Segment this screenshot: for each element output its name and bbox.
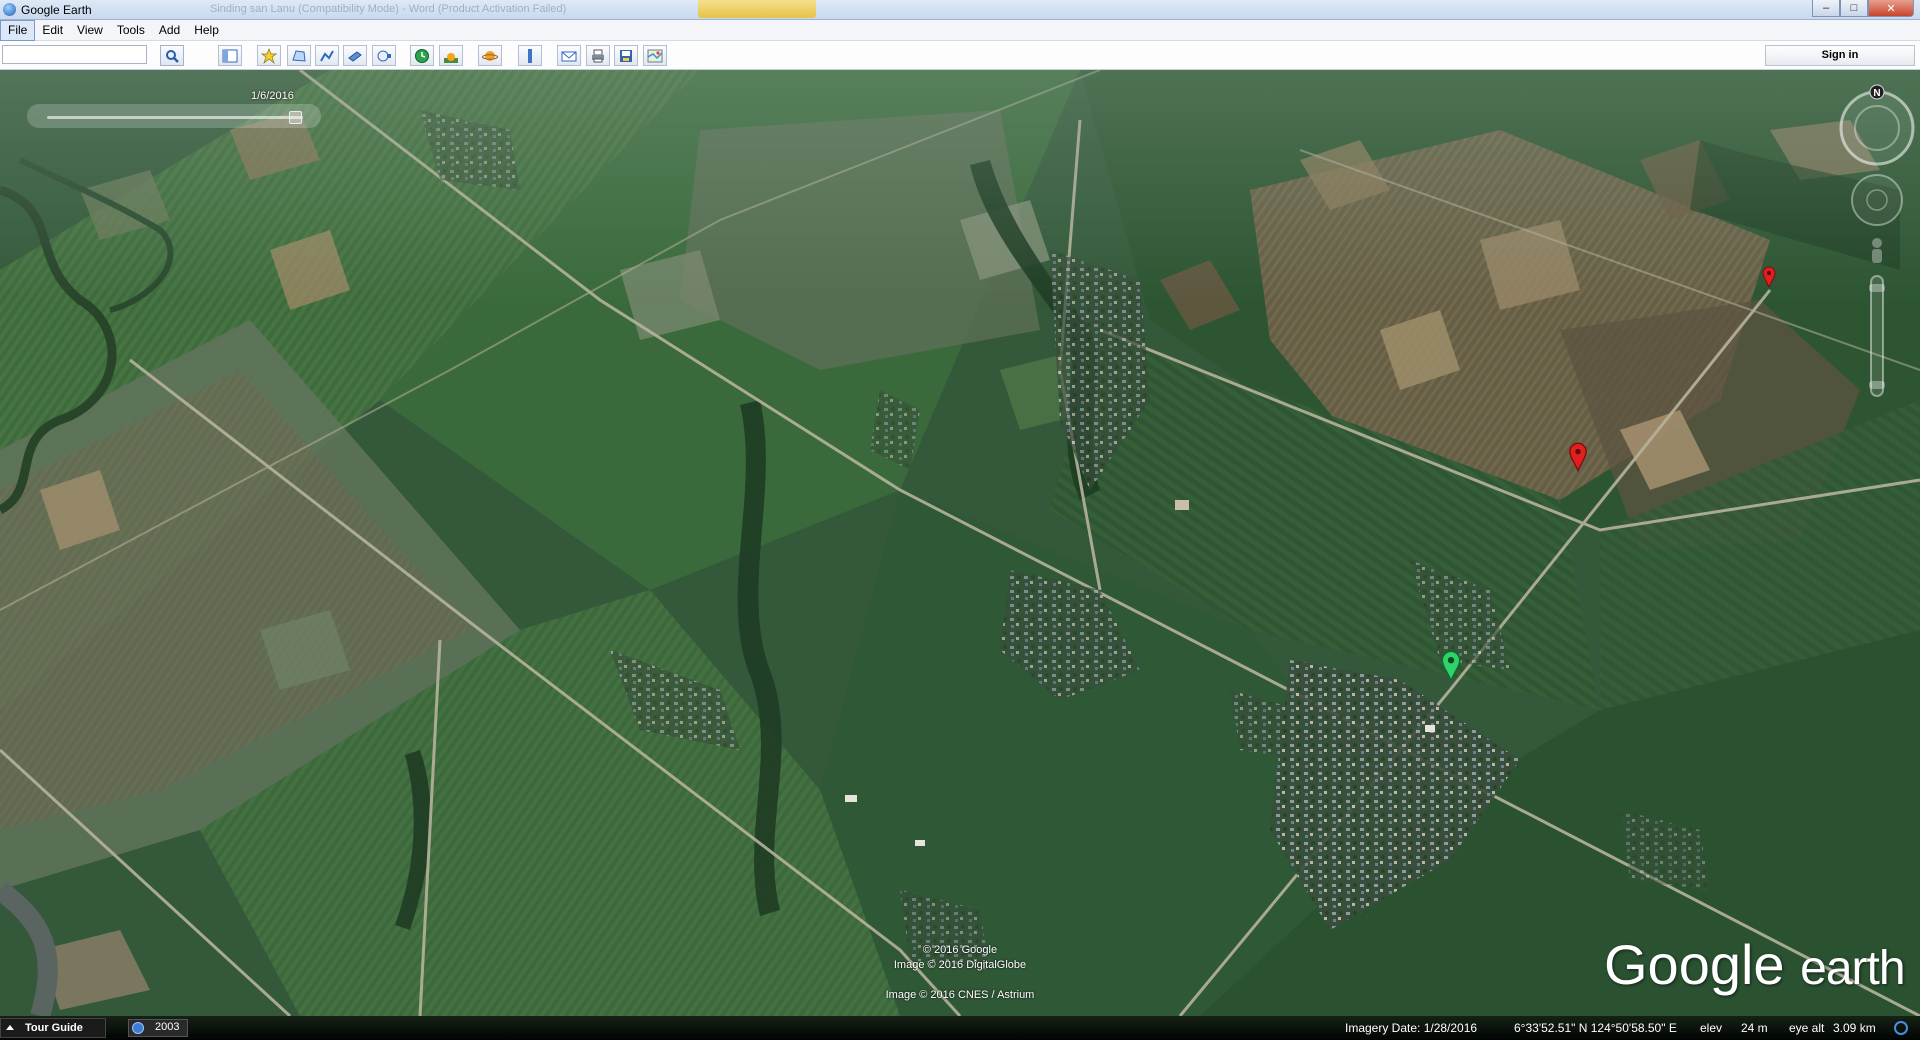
menu-view[interactable]: View bbox=[70, 21, 110, 40]
add-polygon-button[interactable] bbox=[287, 45, 311, 66]
toolbar: Sign in bbox=[0, 41, 1920, 70]
street-view-pegman-icon[interactable] bbox=[1872, 238, 1882, 263]
ruler-icon bbox=[528, 48, 532, 63]
print-icon bbox=[592, 49, 604, 62]
imagery-date: Imagery Date: 1/28/2016 bbox=[1345, 1021, 1478, 1035]
close-button[interactable]: ✕ bbox=[1868, 0, 1914, 17]
menu-help[interactable]: Help bbox=[187, 21, 226, 40]
history-year: 2003 bbox=[155, 1021, 180, 1033]
path-icon bbox=[320, 50, 334, 61]
background-window-title: Sinding san Lanu (Compatibility Mode) - … bbox=[210, 3, 567, 15]
clock-icon bbox=[415, 48, 429, 63]
overlay-icon bbox=[348, 50, 362, 62]
tour-guide-label: Tour Guide bbox=[25, 1022, 83, 1034]
time-slider-track[interactable] bbox=[47, 116, 303, 119]
menu-edit[interactable]: Edit bbox=[35, 21, 70, 40]
save-image-icon bbox=[620, 49, 632, 62]
satellite-imagery bbox=[0, 70, 1920, 1016]
sun-icon bbox=[444, 52, 458, 63]
email-button[interactable] bbox=[557, 45, 581, 66]
historical-imagery-year-button[interactable]: 2003 bbox=[128, 1019, 188, 1037]
menu-bar: File Edit View Tools Add Help bbox=[0, 19, 1920, 41]
credit-cnes: Image © 2016 CNES / Astrium bbox=[885, 989, 1035, 1001]
elevation-label: elev bbox=[1700, 1021, 1723, 1035]
print-button[interactable] bbox=[586, 45, 610, 66]
credit-digitalglobe: Image © 2016 DigitalGlobe bbox=[893, 959, 1027, 971]
record-tour-button[interactable] bbox=[372, 45, 396, 66]
ruler-button[interactable] bbox=[518, 45, 542, 66]
earth-3d-view[interactable]: 1/6/2016 N © 2016 Google Image © 2016 Di… bbox=[0, 70, 1920, 1016]
title-bar: Google Earth Sinding san Lanu (Compatibi… bbox=[0, 0, 1920, 20]
tour-guide-button[interactable]: Tour Guide bbox=[0, 1018, 106, 1038]
look-joystick[interactable] bbox=[1851, 174, 1903, 226]
sign-in-button[interactable]: Sign in bbox=[1765, 45, 1915, 66]
add-image-overlay-button[interactable] bbox=[343, 45, 367, 66]
background-window-tab bbox=[698, 0, 816, 18]
search-input[interactable] bbox=[2, 45, 147, 64]
google-earth-app-icon bbox=[3, 3, 16, 16]
add-placemark-button[interactable] bbox=[257, 45, 281, 66]
placemark-red-1[interactable] bbox=[1762, 266, 1776, 288]
eye-altitude-label: eye alt bbox=[1789, 1021, 1825, 1035]
compass-north-label: N bbox=[1873, 88, 1880, 99]
menu-file[interactable]: File bbox=[0, 19, 36, 41]
time-slider[interactable]: 1/6/2016 bbox=[27, 90, 321, 128]
email-icon bbox=[561, 51, 577, 61]
save-image-button[interactable] bbox=[614, 45, 638, 66]
menu-tools[interactable]: Tools bbox=[110, 21, 152, 40]
add-path-button[interactable] bbox=[315, 45, 339, 66]
logo-earth-text: earth bbox=[1800, 942, 1905, 995]
window-title: Google Earth bbox=[21, 3, 92, 17]
planet-icon bbox=[482, 50, 498, 61]
time-slider-date: 1/6/2016 bbox=[251, 90, 294, 102]
switch-planet-button[interactable] bbox=[478, 45, 502, 66]
minimize-button[interactable]: – bbox=[1812, 0, 1840, 17]
coordinates-readout: 6°33'52.51" N 124°50'58.50" E bbox=[1514, 1021, 1677, 1035]
search-button[interactable] bbox=[160, 45, 184, 66]
elevation-value: 24 m bbox=[1741, 1021, 1768, 1035]
credit-google: © 2016 Google bbox=[922, 944, 998, 956]
google-earth-logo: Google earth bbox=[1604, 932, 1906, 997]
streaming-indicator-icon bbox=[1894, 1021, 1908, 1035]
maximize-button[interactable]: □ bbox=[1840, 0, 1868, 17]
placemark-icon bbox=[261, 47, 277, 64]
sunlight-button[interactable] bbox=[439, 45, 463, 66]
clock-icon bbox=[132, 1022, 144, 1034]
tour-icon bbox=[377, 50, 391, 61]
logo-google-text: Google bbox=[1604, 933, 1785, 996]
placemark-red-2[interactable] bbox=[1568, 442, 1588, 472]
menu-add[interactable]: Add bbox=[152, 21, 187, 40]
placemark-green[interactable] bbox=[1440, 650, 1462, 682]
maps-icon bbox=[647, 49, 663, 62]
zoom-slider[interactable] bbox=[1869, 275, 1885, 397]
time-slider-handle[interactable] bbox=[289, 111, 302, 124]
expand-up-icon bbox=[6, 1025, 14, 1030]
view-in-maps-button[interactable] bbox=[643, 45, 667, 66]
navigation-controls[interactable]: N bbox=[1836, 78, 1916, 418]
sidebar-toggle-button[interactable] bbox=[218, 45, 242, 66]
compass-ring[interactable]: N bbox=[1839, 84, 1915, 166]
polygon-icon bbox=[292, 49, 306, 62]
historical-imagery-button[interactable] bbox=[410, 45, 434, 66]
status-bar: Tour Guide 2003 Imagery Date: 1/28/2016 … bbox=[0, 1016, 1920, 1040]
eye-altitude-value: 3.09 km bbox=[1833, 1021, 1876, 1035]
sidebar-icon bbox=[222, 49, 238, 62]
search-icon bbox=[166, 49, 179, 63]
